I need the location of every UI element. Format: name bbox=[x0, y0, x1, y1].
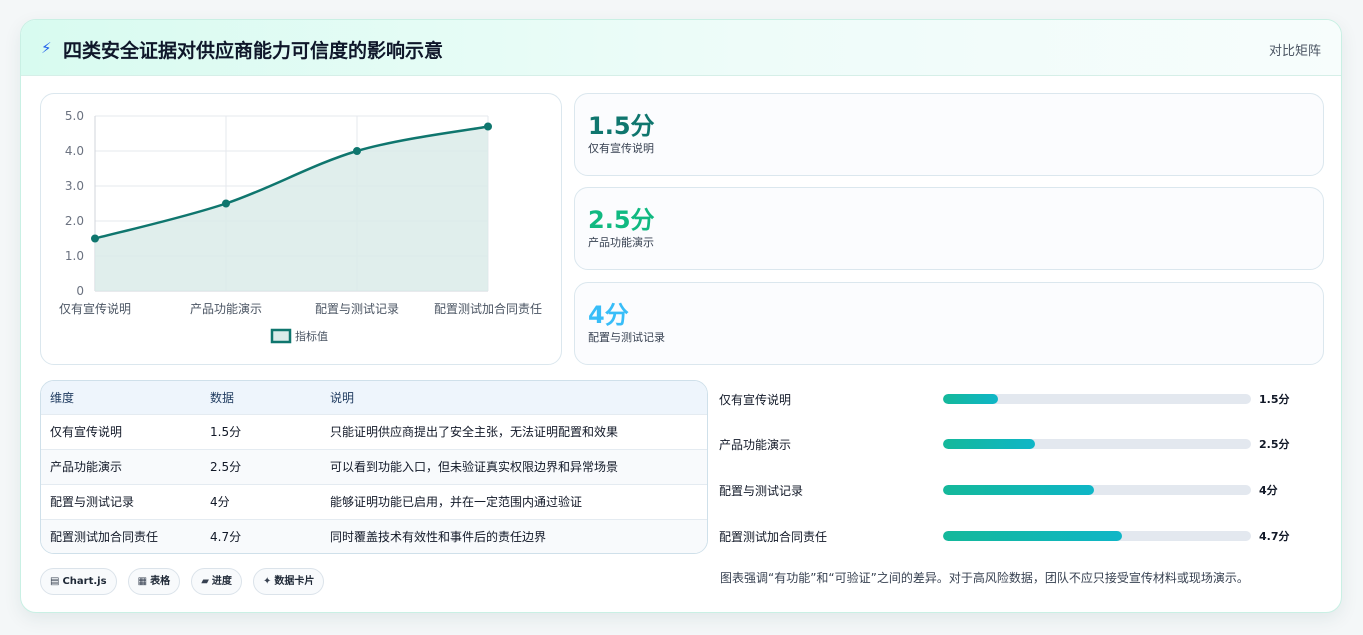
x-tick-label: 产品功能演示 bbox=[190, 301, 262, 316]
stat-label: 产品功能演示 bbox=[588, 236, 654, 249]
progress-label: 产品功能演示 bbox=[719, 438, 792, 452]
line-chart: 0 1.0 2.0 3.0 4.0 5.0 仅有宣传说明 产品功能演示 配置与测试记录 配置测试加… bbox=[59, 109, 542, 344]
bolt-icon: ⚡ bbox=[41, 39, 52, 57]
table-cell: 产品功能演示 bbox=[50, 460, 123, 474]
chart-icon: ▤ bbox=[50, 576, 60, 587]
line-chart-panel: 0 1.0 2.0 3.0 4.0 5.0 仅有宣传说明 产品功能演示 配置与测试记录 配置测试加… bbox=[40, 93, 562, 365]
table-header-row: 维度 数据 说明 bbox=[41, 381, 707, 414]
card-header: ⚡ 四类安全证据对供应商能力可信度的影响示意 对比矩阵 bbox=[21, 20, 1341, 76]
progress-fill bbox=[943, 439, 1036, 449]
y-tick-label: 1.0 bbox=[65, 249, 84, 263]
table-icon: ▦ bbox=[137, 576, 148, 587]
table-cell: 可以看到功能入口，但未验证真实权限边界和异常场景 bbox=[330, 460, 619, 474]
table-cell: 2.5分 bbox=[210, 460, 242, 474]
progress-value: 1.5分 bbox=[1259, 393, 1290, 406]
progress-value: 4.7分 bbox=[1259, 530, 1290, 543]
progress-value: 4分 bbox=[1259, 484, 1278, 497]
progress-track bbox=[943, 439, 1251, 449]
column-header: 数据 bbox=[210, 390, 235, 405]
chip-chartjs[interactable]: ▤ Chart.js bbox=[40, 568, 117, 595]
column-header: 说明 bbox=[330, 390, 355, 405]
data-point bbox=[353, 147, 361, 155]
data-point bbox=[91, 234, 99, 243]
table-row: 配置测试加合同责任 4.7分 同时覆盖技术有效性和事件后的责任边界 bbox=[41, 519, 707, 553]
stat-card-3: 4分 配置与测试记录 bbox=[574, 282, 1324, 365]
progress-track bbox=[943, 394, 1251, 404]
y-tick-label: 0 bbox=[76, 284, 84, 298]
stat-label: 仅有宣传说明 bbox=[588, 142, 654, 155]
x-tick-label: 仅有宣传说明 bbox=[59, 301, 131, 316]
legend-label: 指标值 bbox=[295, 329, 328, 343]
header-tag: 对比矩阵 bbox=[1268, 44, 1321, 59]
progress-track bbox=[943, 531, 1251, 541]
progress-label: 仅有宣传说明 bbox=[719, 393, 792, 407]
progress-track bbox=[943, 485, 1251, 495]
data-table-panel: 维度 数据 说明 仅有宣传说明 1.5分 只能证明供应商提出了安全主张，无法证明… bbox=[40, 380, 708, 554]
table-cell: 4分 bbox=[210, 495, 230, 509]
progress-fill bbox=[943, 485, 1094, 495]
progress-fill bbox=[943, 394, 999, 404]
progress-label: 配置测试加合同责任 bbox=[719, 530, 828, 544]
y-tick-label: 3.0 bbox=[65, 179, 84, 193]
chip-progress[interactable]: ▰ 进度 bbox=[191, 568, 242, 595]
chip-label: 表格 bbox=[150, 576, 171, 587]
y-tick-label: 2.0 bbox=[65, 214, 84, 228]
table-cell: 4.7分 bbox=[210, 530, 242, 545]
progress-row: 配置测试加合同责任 4.7分 bbox=[719, 526, 1319, 546]
table-cell: 只能证明供应商提出了安全主张，无法证明配置和效果 bbox=[330, 425, 619, 439]
column-header: 维度 bbox=[50, 390, 75, 405]
progress-icon: ▰ bbox=[201, 576, 209, 587]
data-point bbox=[222, 199, 230, 208]
chip-table[interactable]: ▦ 表格 bbox=[127, 568, 181, 595]
stat-label: 配置与测试记录 bbox=[588, 331, 665, 344]
tech-chips: ▤ Chart.js ▦ 表格 ▰ 进度 ✦ 数据卡片 bbox=[40, 568, 330, 596]
progress-row: 仅有宣传说明 1.5分 bbox=[719, 389, 1319, 409]
table-cell: 能够证明功能已启用，并在一定范围内通过验证 bbox=[330, 495, 583, 509]
stat-value: 1.5分 bbox=[588, 112, 655, 140]
chip-label: 进度 bbox=[211, 576, 232, 587]
footnote: 图表强调“有功能”和“可验证”之间的差异。对于高风险数据，团队不应只接受宣传材料… bbox=[720, 571, 1249, 585]
table-cell: 配置与测试记录 bbox=[50, 495, 135, 509]
stat-card-2: 2.5分 产品功能演示 bbox=[574, 187, 1324, 270]
table-cell: 1.5分 bbox=[210, 425, 242, 439]
y-tick-label: 5.0 bbox=[65, 109, 84, 123]
table-row: 产品功能演示 2.5分 可以看到功能入口，但未验证真实权限边界和异常场景 bbox=[41, 449, 707, 484]
sparkle-icon: ✦ bbox=[263, 576, 272, 587]
x-tick-label: 配置与测试记录 bbox=[315, 301, 399, 316]
data-table: 维度 数据 说明 仅有宣传说明 1.5分 只能证明供应商提出了安全主张，无法证明… bbox=[41, 381, 707, 553]
main-card: ⚡ 四类安全证据对供应商能力可信度的影响示意 对比矩阵 0 1.0 2.0 3.0 4.… bbox=[20, 19, 1342, 613]
progress-label: 配置与测试记录 bbox=[719, 484, 804, 498]
stat-card-1: 1.5分 仅有宣传说明 bbox=[574, 93, 1324, 176]
progress-row: 产品功能演示 2.5分 bbox=[719, 434, 1319, 454]
progress-bars: 仅有宣传说明 1.5分 产品功能演示 2.5分 配置与测试记录 4分 配置测试加… bbox=[719, 380, 1319, 560]
table-cell: 配置测试加合同责任 bbox=[50, 530, 159, 545]
table-row: 仅有宣传说明 1.5分 只能证明供应商提出了安全主张，无法证明配置和效果 bbox=[41, 414, 707, 449]
table-cell: 仅有宣传说明 bbox=[50, 425, 123, 439]
legend-swatch bbox=[270, 328, 292, 344]
table-cell: 同时覆盖技术有效性和事件后的责任边界 bbox=[330, 530, 547, 545]
chip-data-card[interactable]: ✦ 数据卡片 bbox=[253, 568, 325, 595]
chip-label: 数据卡片 bbox=[274, 576, 315, 587]
stat-value: 2.5分 bbox=[588, 206, 655, 234]
progress-value: 2.5分 bbox=[1259, 438, 1290, 451]
chip-label: Chart.js bbox=[62, 576, 107, 587]
x-tick-label: 配置测试加合同责任 bbox=[434, 301, 542, 316]
stat-value: 4分 bbox=[588, 301, 629, 329]
progress-fill bbox=[943, 531, 1122, 541]
progress-row: 配置与测试记录 4分 bbox=[719, 480, 1319, 500]
data-point bbox=[484, 122, 492, 131]
table-row: 配置与测试记录 4分 能够证明功能已启用，并在一定范围内通过验证 bbox=[41, 484, 707, 519]
y-tick-label: 4.0 bbox=[65, 144, 84, 158]
page-title: 四类安全证据对供应商能力可信度的影响示意 bbox=[63, 40, 444, 62]
